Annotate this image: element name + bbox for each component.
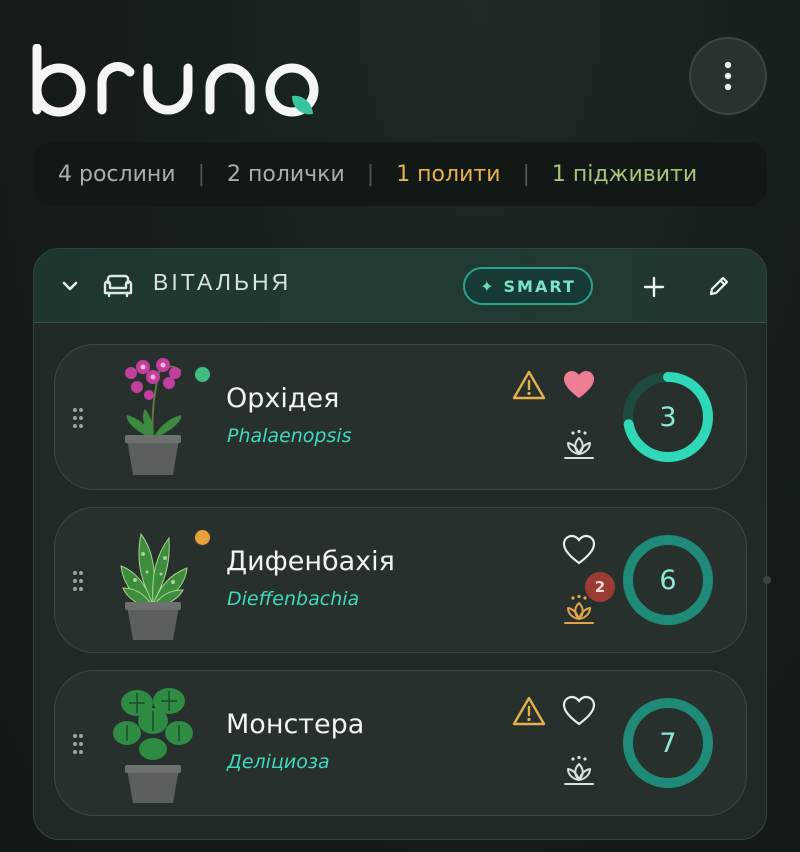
plant-latin-name: Dieffenbachia [227, 588, 360, 610]
room-panel: ВІТАЛЬНЯ ✦ SMART Орхідея Phalaenopsis 3 … [33, 248, 767, 840]
feed-count-badge: 2 [585, 572, 615, 602]
drag-handle-icon[interactable] [72, 407, 84, 429]
shelves-count[interactable]: 2 полички [227, 162, 345, 187]
drag-handle-icon[interactable] [72, 570, 84, 592]
feed-count[interactable]: 1 підживити [552, 162, 697, 187]
room-title: ВІТАЛЬНЯ [153, 269, 292, 295]
orchid-image [125, 358, 182, 475]
days-until-watering[interactable]: 6 [620, 532, 716, 628]
smart-label: SMART [503, 276, 576, 296]
sparkle-icon: ✦ [480, 276, 496, 296]
plant-name: Монстера [226, 709, 365, 740]
drag-handle-icon[interactable] [72, 733, 84, 755]
dieffenbachia-image [120, 532, 188, 640]
monstera-image [113, 688, 193, 803]
more-menu-button[interactable] [689, 37, 767, 115]
more-vertical-icon [724, 61, 732, 91]
plant-latin-name: Деліциоза [227, 751, 330, 773]
plant-name: Дифенбахія [226, 546, 395, 577]
days-until-watering[interactable]: 3 [620, 369, 716, 465]
fertilize-icon[interactable] [562, 755, 596, 787]
plant-name: Орхідея [226, 383, 340, 414]
plants-count[interactable]: 4 рослини [58, 162, 176, 187]
warning-icon[interactable] [512, 369, 546, 401]
edit-room-button[interactable] [707, 274, 731, 298]
plant-card[interactable]: Орхідея Phalaenopsis 3 [54, 344, 747, 490]
room-header[interactable]: ВІТАЛЬНЯ ✦ SMART [34, 249, 766, 323]
heart-filled-icon[interactable] [562, 369, 596, 401]
plant-card[interactable]: Монстера Деліциоза 7 [54, 670, 747, 816]
smart-button[interactable]: ✦ SMART [463, 267, 593, 305]
plant-latin-name: Phalaenopsis [227, 425, 352, 447]
heart-outline-icon[interactable] [562, 695, 596, 727]
separator: | [522, 161, 530, 187]
status-dot [193, 365, 212, 384]
scroll-indicator [763, 576, 771, 584]
separator: | [366, 161, 375, 187]
water-count[interactable]: 1 полити [396, 162, 500, 187]
chevron-down-icon[interactable] [61, 277, 79, 295]
plant-card[interactable]: Дифенбахія Dieffenbachia 2 6 [54, 507, 747, 653]
days-until-watering[interactable]: 7 [620, 695, 716, 791]
warning-icon[interactable] [512, 695, 546, 727]
summary-bar: 4 рослини | 2 полички | 1 полити | 1 під… [33, 142, 767, 206]
separator: | [197, 161, 205, 187]
add-plant-button[interactable] [642, 275, 666, 299]
fertilize-icon[interactable] [562, 429, 596, 461]
heart-outline-icon[interactable] [562, 534, 596, 566]
bruno-logo [32, 44, 319, 117]
status-dot [193, 528, 212, 547]
sofa-icon [103, 274, 133, 298]
